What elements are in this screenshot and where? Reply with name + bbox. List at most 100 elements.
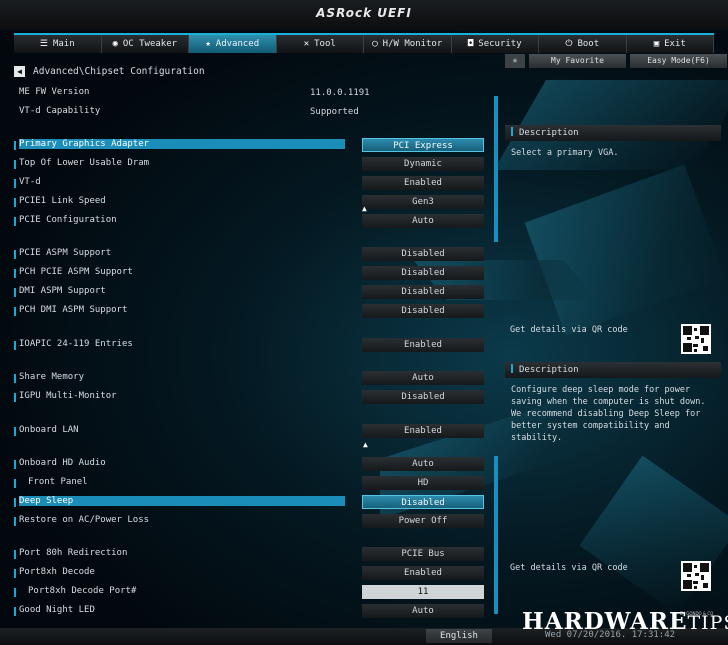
setting-value-button[interactable]: HD [362,476,484,490]
easy-mode-button[interactable]: Easy Mode(F6) [630,54,727,68]
setting-row[interactable]: PCH PCIE ASPM Support Disabled [14,266,486,280]
setting-row[interactable]: DMI ASPM Support Disabled [14,285,486,299]
row-marker [14,160,16,169]
setting-row[interactable]: IGPU Multi-Monitor Disabled [14,390,486,404]
setting-label: DMI ASPM Support [19,286,106,296]
description-header: Description [505,125,721,141]
setting-value-button[interactable]: Disabled [362,266,484,280]
row-marker [14,374,16,383]
tab-advanced[interactable]: ★ Advanced [189,35,277,53]
setting-row[interactable]: Deep Sleep Disabled [14,495,486,509]
row-marker [14,341,16,350]
setting-row[interactable]: PCIE Configuration Auto [14,214,486,228]
row-marker [14,198,16,207]
watermark-tag: BY GONDO & CO [680,611,714,616]
setting-row[interactable]: PCH DMI ASPM Support Disabled [14,304,486,318]
tab-main[interactable]: ☰ Main [14,35,102,53]
language-button[interactable]: English [426,629,492,643]
mouse-cursor-icon: ▲ [363,440,368,449]
setting-value-button[interactable]: Disabled [362,285,484,299]
setting-value-button[interactable]: Auto [362,604,484,618]
description-panel-deep-sleep: Description Configure deep sleep mode fo… [505,362,721,602]
setting-value-button[interactable]: Auto [362,457,484,471]
setting-row[interactable]: VT-d Enabled [14,176,486,190]
info-value: 11.0.0.1191 [310,88,370,98]
my-favorite-button[interactable]: My Favorite [529,54,626,68]
setting-value-button[interactable]: Dynamic [362,157,484,171]
setting-label: Top Of Lower Usable Dram [19,158,150,168]
setting-value-button[interactable]: Auto [362,214,484,228]
scrollbar-bottom[interactable] [494,456,498,614]
tab-oc-tweaker[interactable]: ◉ OC Tweaker [102,35,189,53]
tab-tool[interactable]: ✕ Tool [277,35,364,53]
description-text: Select a primary VGA. [511,148,619,158]
mouse-cursor-icon: ▲ [362,204,367,213]
setting-value-button[interactable]: Enabled [362,338,484,352]
qr-caption: Get details via QR code [510,563,628,573]
setting-label: Onboard HD Audio [19,458,106,468]
favorite-star-icon[interactable]: ★ [505,54,525,68]
brand-logo: ASRock UEFI [316,6,412,20]
setting-label: PCIE ASPM Support [19,248,112,258]
setting-label: Port8xh Decode Port# [28,586,137,596]
tab-security[interactable]: ◘ Security [452,35,539,53]
qr-code-icon [681,324,711,354]
setting-row[interactable]: Restore on AC/Power Loss Power Off [14,514,486,528]
setting-value-button[interactable]: 11 [362,585,484,599]
setting-row[interactable]: Port8xh Decode Enabled [14,566,486,580]
breadcrumb-path: Advanced\Chipset Configuration [33,66,205,77]
row-marker [14,460,16,469]
setting-value-button[interactable]: Enabled [362,176,484,190]
row-marker [14,307,16,316]
exit-icon: ▣ [653,39,660,49]
row-marker [14,141,16,150]
setting-row[interactable]: Onboard HD Audio Auto [14,457,486,471]
tools-icon: ✕ [303,39,310,49]
setting-value-button[interactable]: Disabled [362,390,484,404]
setting-value-button[interactable]: Disabled [362,247,484,261]
setting-row[interactable]: Onboard LAN Enabled [14,424,486,438]
tab-exit[interactable]: ▣ Exit [627,35,714,53]
row-marker [14,498,16,507]
tab-boot[interactable]: ⏻ Boot [539,35,627,53]
setting-row[interactable]: Front Panel HD [14,476,486,490]
main-tabs: ☰ Main ◉ OC Tweaker ★ Advanced ✕ Tool ◯ H/W M… [14,33,714,53]
setting-row[interactable]: Top Of Lower Usable Dram Dynamic [14,157,486,171]
row-marker [14,569,16,578]
back-arrow-icon[interactable]: ◀ [14,66,25,77]
shield-icon: ◘ [467,39,474,49]
setting-label: PCH PCIE ASPM Support [19,267,133,277]
setting-row[interactable]: PCIE ASPM Support Disabled [14,247,486,261]
setting-value-button[interactable]: Disabled [362,304,484,318]
setting-label: Port8xh Decode [19,567,95,577]
setting-value-button[interactable]: Gen3 [362,195,484,209]
power-icon: ⏻ [565,39,573,49]
setting-label: Front Panel [28,477,88,487]
row-marker [14,250,16,259]
setting-row[interactable]: PCIE1 Link Speed Gen3 [14,195,486,209]
setting-value-button[interactable]: Power Off [362,514,484,528]
setting-row[interactable]: Share Memory Auto [14,371,486,385]
title-bar: ASRock UEFI [0,0,728,30]
setting-row[interactable]: IOAPIC 24-119 Entries Enabled [14,338,486,352]
row-marker [14,427,16,436]
setting-value-button[interactable]: Enabled [362,566,484,580]
setting-value-button[interactable]: Enabled [362,424,484,438]
setting-row[interactable]: Primary Graphics Adapter PCI Express [14,138,486,152]
setting-value-button[interactable]: PCI Express [362,138,484,152]
description-panel-primary: Description Select a primary VGA. Get de… [505,125,721,360]
setting-row[interactable]: Good Night LED Auto [14,604,486,618]
setting-value-button[interactable]: Disabled [362,495,484,509]
tab-hw-monitor[interactable]: ◯ H/W Monitor [364,35,452,53]
setting-value-button[interactable]: PCIE Bus [362,547,484,561]
setting-label: Share Memory [19,372,85,382]
setting-value-button[interactable]: Auto [362,371,484,385]
scrollbar-top[interactable] [494,96,498,242]
setting-row[interactable]: Port8xh Decode Port# 11 [14,585,486,599]
setting-label: IGPU Multi-Monitor [19,391,117,401]
setting-label: Onboard LAN [19,425,79,435]
qr-caption: Get details via QR code [510,325,628,335]
setting-row[interactable]: Port 80h Redirection PCIE Bus [14,547,486,561]
favorite-bar: ★ My Favorite Easy Mode(F6) [505,54,727,68]
info-row: VT-d Capability Supported [14,105,486,119]
